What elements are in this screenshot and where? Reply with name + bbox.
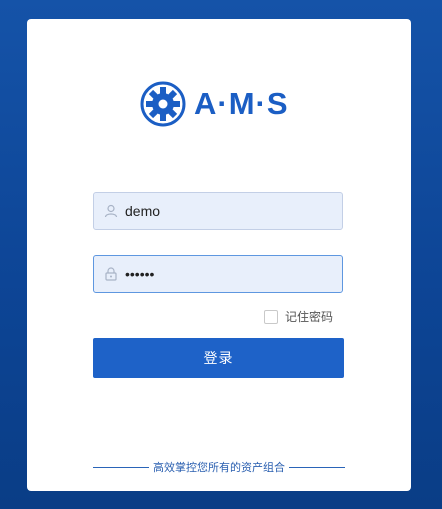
password-input[interactable]: [125, 256, 342, 292]
remember-checkbox[interactable]: [264, 309, 278, 324]
gear-icon: [140, 81, 186, 127]
tagline-divider-left: [93, 466, 149, 468]
login-card: A·M·S 记住密码 登录 高效掌控您所有的资产组合: [27, 19, 411, 491]
password-field[interactable]: [93, 255, 343, 293]
app-logo: A·M·S: [140, 80, 289, 128]
username-field[interactable]: [93, 192, 343, 230]
tagline-text: 高效掌控您所有的资产组合: [153, 461, 285, 474]
logo-text: A·M·S: [194, 86, 289, 121]
login-button[interactable]: 登录: [93, 338, 344, 378]
remember-label: 记住密码: [285, 310, 334, 324]
tagline-divider-right: [289, 466, 345, 468]
tagline: 高效掌控您所有的资产组合: [93, 458, 345, 476]
user-icon: [103, 203, 119, 219]
remember-password[interactable]: 记住密码: [264, 308, 333, 325]
username-input[interactable]: [125, 193, 342, 229]
lock-icon: [103, 266, 119, 282]
